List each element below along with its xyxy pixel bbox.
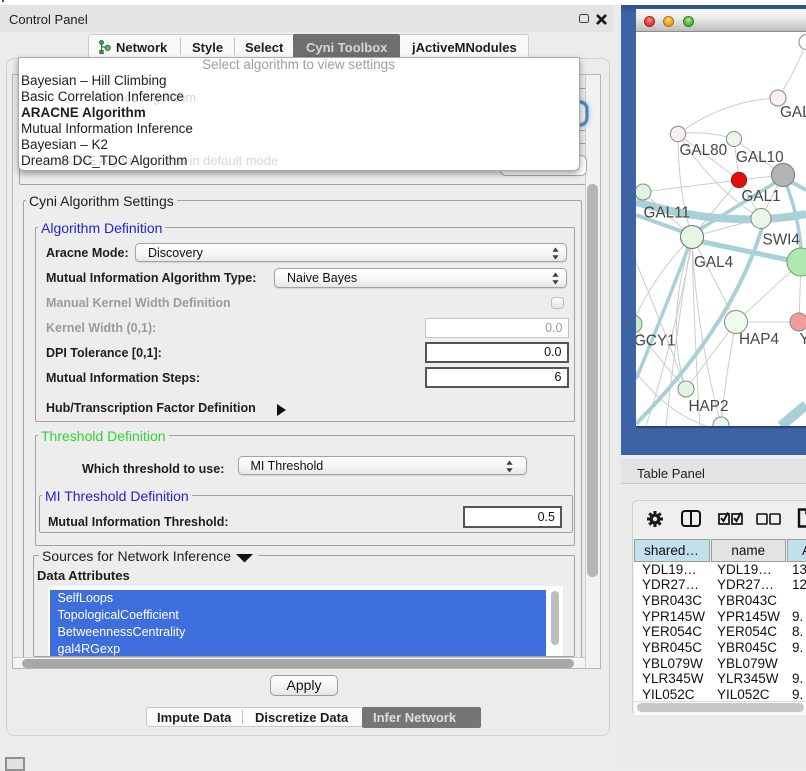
svg-text:HAP4: HAP4 xyxy=(739,331,779,348)
svg-text:GAL4: GAL4 xyxy=(694,254,734,271)
svg-text:GAL: GAL xyxy=(780,104,806,121)
svg-text:GAL1: GAL1 xyxy=(742,188,781,205)
svg-text:HAP2: HAP2 xyxy=(689,398,729,415)
svg-text:GCY1: GCY1 xyxy=(636,333,676,350)
svg-text:GAL11: GAL11 xyxy=(644,205,691,222)
svg-text:GAL10: GAL10 xyxy=(736,149,784,166)
svg-text:Y: Y xyxy=(800,331,806,348)
svg-text:GAL80: GAL80 xyxy=(680,142,728,159)
svg-text:SWI4: SWI4 xyxy=(763,232,801,249)
